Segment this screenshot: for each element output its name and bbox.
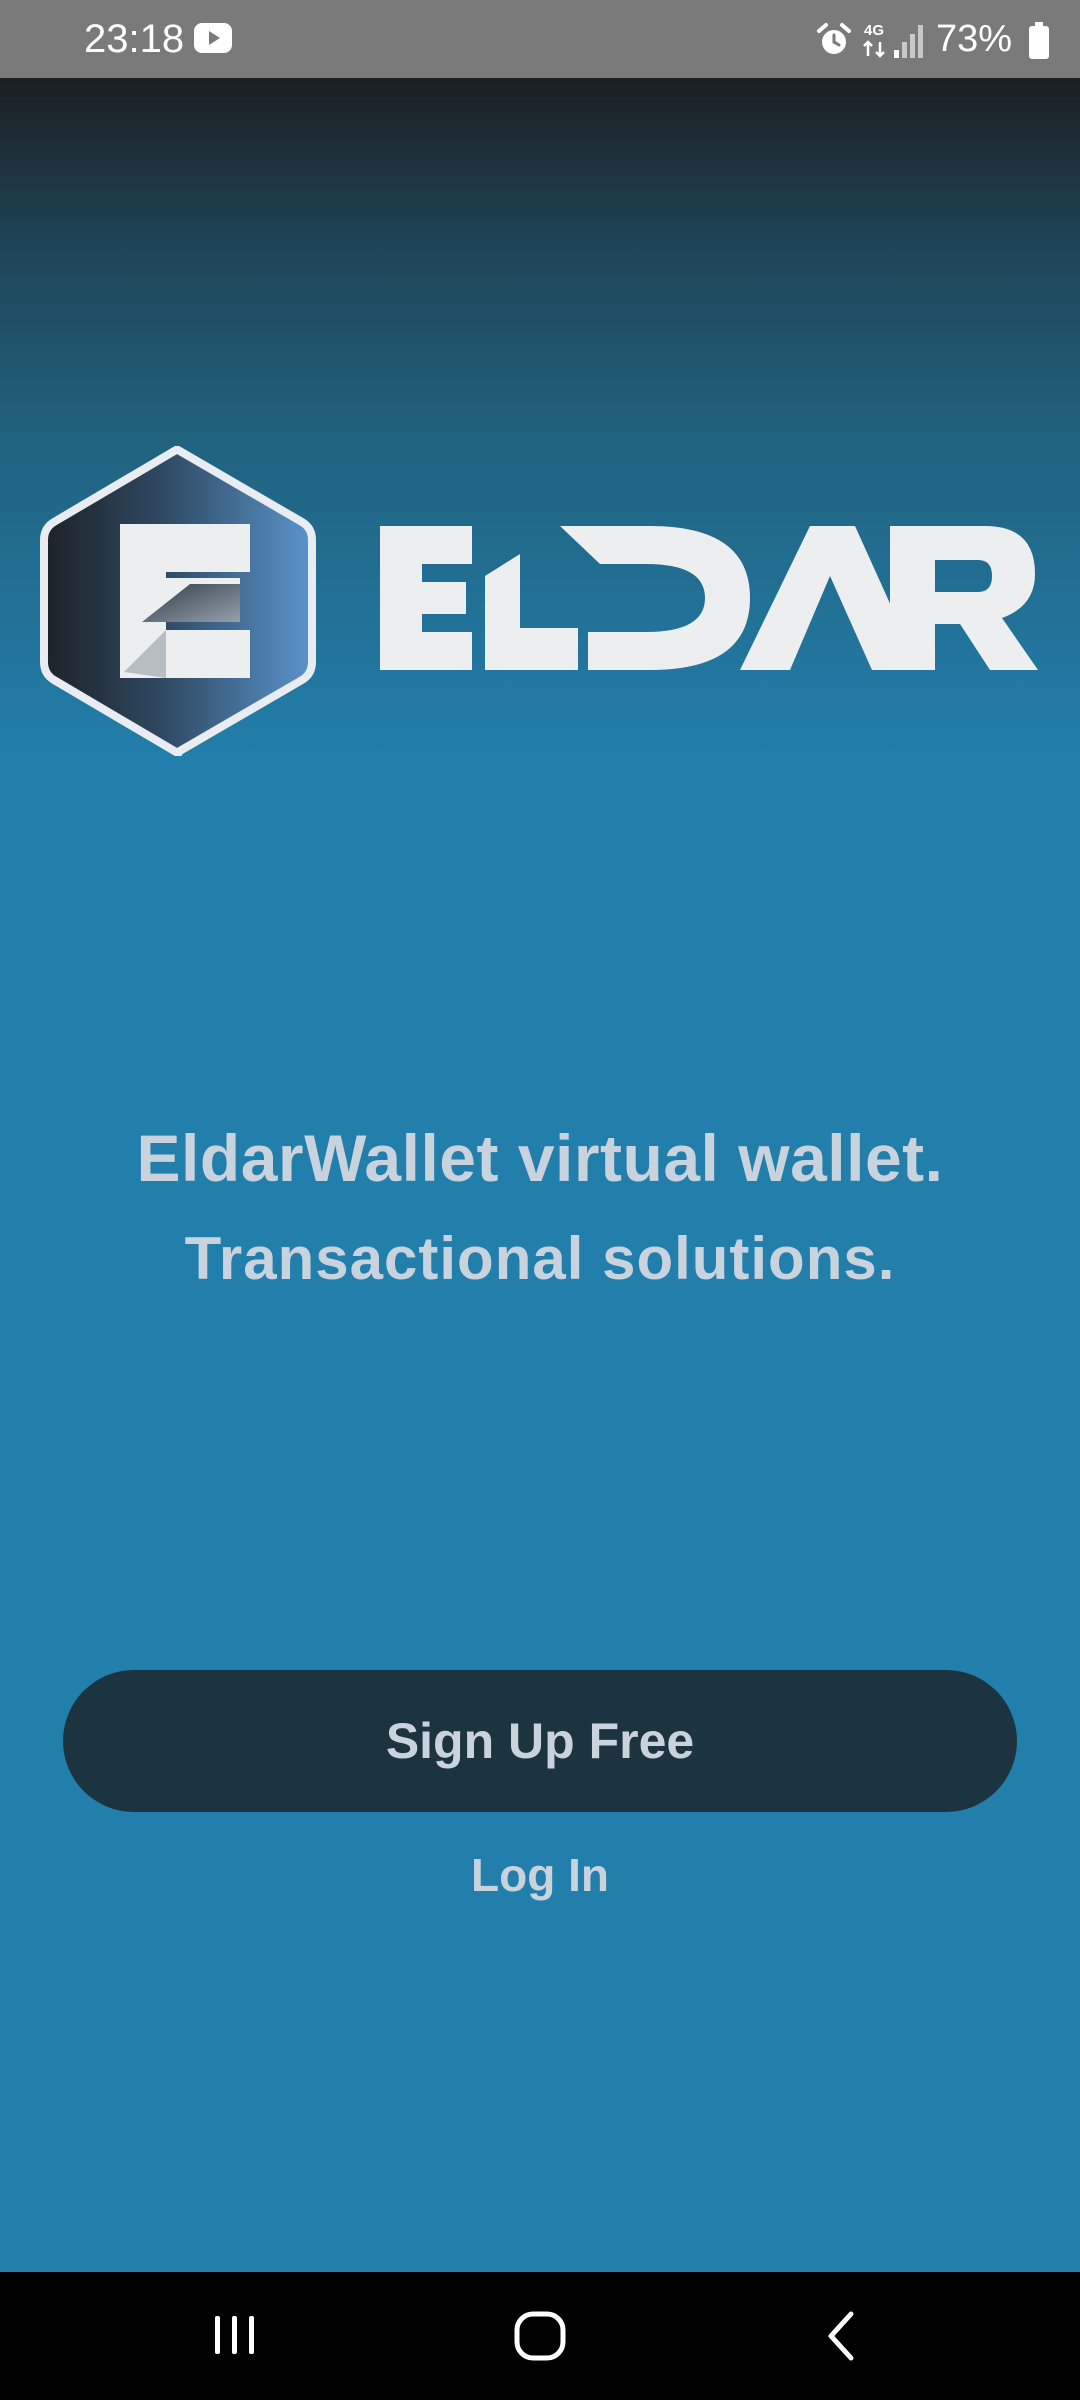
home-button[interactable]: [485, 2296, 595, 2376]
home-icon: [514, 2311, 566, 2361]
battery-icon: [1029, 22, 1049, 59]
screen: 23:18 4G 73% EldarWallet virtual wallet.…: [0, 0, 1080, 2400]
navigation-bar: [0, 2272, 1080, 2400]
sign-up-button[interactable]: Sign Up Free: [63, 1670, 1017, 1812]
network-4g-icon: 4G: [863, 22, 885, 58]
status-time: 23:18: [84, 17, 185, 61]
youtube-icon: [194, 23, 232, 53]
signal-icon: [894, 25, 923, 58]
logo-wordmark: [380, 526, 1038, 670]
alarm-icon: [817, 23, 851, 54]
recents-icon: [215, 2316, 254, 2354]
welcome-screen: EldarWallet virtual wallet. Transactiona…: [0, 78, 1080, 2272]
back-button[interactable]: [785, 2296, 895, 2376]
log-in-link[interactable]: Log In: [390, 1840, 690, 1910]
eldar-logo: [40, 446, 1038, 756]
svg-text:4G: 4G: [864, 22, 884, 39]
recents-button[interactable]: [180, 2296, 290, 2376]
back-icon: [828, 2311, 854, 2361]
battery-percent: 73%: [936, 18, 1013, 60]
status-bar: 23:18 4G 73%: [0, 0, 1080, 78]
subtagline: Transactional solutions.: [184, 1225, 896, 1292]
tagline: EldarWallet virtual wallet.: [136, 1121, 944, 1195]
